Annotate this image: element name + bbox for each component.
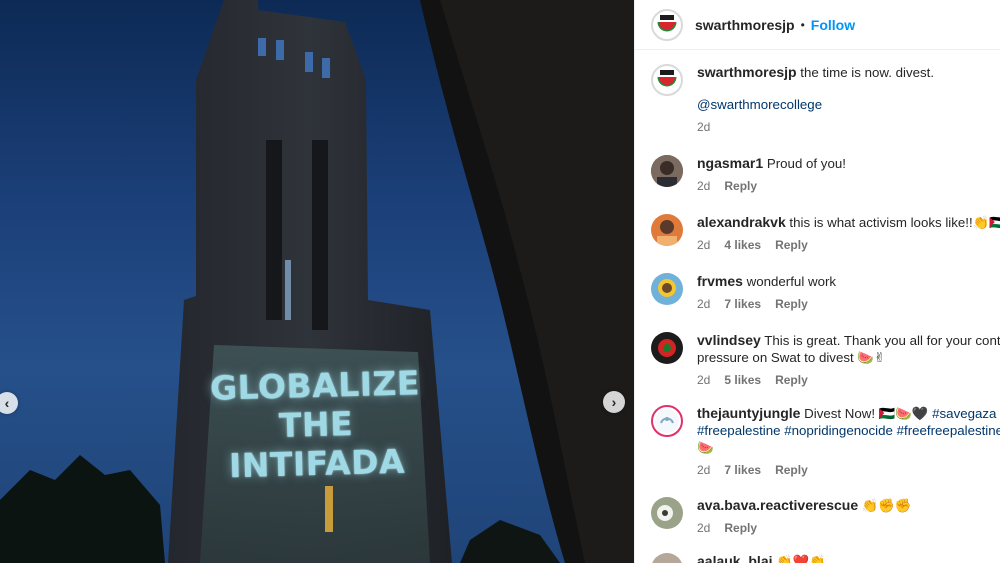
comment-username[interactable]: thejauntyjungle [697,405,800,421]
comment-item: vvlindsey This is great. Thank you all f… [651,332,1000,389]
reply-button[interactable]: Reply [775,237,808,254]
caption-avatar[interactable] [651,64,683,96]
comment-username[interactable]: ava.bava.reactiverescue [697,497,858,513]
comment-text: Proud of you! [763,156,846,171]
profile-photo-icon [651,497,683,529]
profile-photo-icon [651,155,683,187]
commenter-avatar[interactable] [651,405,683,437]
profile-photo-icon [651,332,683,364]
author-username[interactable]: swarthmoresjp [695,17,795,33]
post-header: swarthmoresjp • Follow [635,0,1000,50]
comment-username[interactable]: aalauk_blai [697,553,773,563]
reply-button[interactable]: Reply [724,520,757,537]
comment-username[interactable]: alexandrakvk [697,214,786,230]
comment-time[interactable]: 2d [697,178,710,195]
reply-button[interactable]: Reply [775,372,808,389]
comment-username[interactable]: vvlindsey [697,332,761,348]
profile-photo-icon [651,214,683,246]
chevron-right-icon: › [611,394,617,410]
comment-text-continued: 🍉 [697,440,714,455]
reply-button[interactable]: Reply [724,178,757,195]
hashtag-link[interactable]: #savegaza [932,406,996,421]
watermelon-logo-icon [655,68,679,92]
projected-slogan: GLOBALIZE THE INTIFADA [195,363,438,486]
comment-likes[interactable]: 4 likes [724,237,761,254]
comment-likes[interactable]: 7 likes [724,462,761,479]
comment-time[interactable]: 2d [697,372,710,389]
next-photo-button[interactable]: › [603,391,625,413]
comment-text: This is great. Thank you all for your co… [760,333,1000,348]
comment-text: 👏✊✊ [858,498,912,513]
comment-text: wonderful work [742,274,837,289]
comment-text: Divest Now! 🇵🇸🍉🖤 [800,406,933,421]
profile-photo-icon [651,273,683,305]
comment-item: aalauk_blai 👏❤️👏 [651,553,1000,563]
separator-dot: • [800,17,805,32]
reply-button[interactable]: Reply [775,462,808,479]
follow-button[interactable]: Follow [811,17,855,33]
comment-time[interactable]: 2d [697,462,710,479]
commenter-avatar[interactable] [651,553,683,563]
author-avatar[interactable] [651,8,683,41]
comments-panel: swarthmoresjp • Follow swarthmoresjp the… [634,0,1000,563]
comment-time[interactable]: 2d [697,296,710,313]
comment-time[interactable]: 2d [697,237,710,254]
profile-photo-icon [655,409,679,433]
commenter-avatar[interactable] [651,273,683,305]
comment-text-continued: pressure on Swat to divest 🍉✌ [697,350,886,365]
comment-likes[interactable]: 7 likes [724,296,761,313]
caption-text: the time is now. divest. [796,65,935,80]
commenter-avatar[interactable] [651,214,683,246]
watermelon-logo-icon [655,12,679,37]
caption-time[interactable]: 2d [697,119,710,136]
post-photo: GLOBALIZE THE INTIFADA ‹ › [0,0,634,563]
comment-username[interactable]: ngasmar1 [697,155,763,171]
caption: swarthmoresjp the time is now. divest. @… [651,64,1000,136]
comment-item: thejauntyjungle Divest Now! 🇵🇸🍉🖤 #savega… [651,405,1000,479]
comment-text: this is what activism looks like!!👏🇵🇸 [785,215,1000,230]
caption-mention-link[interactable]: @swarthmorecollege [697,97,822,112]
commenter-avatar[interactable] [651,332,683,364]
profile-photo-icon [651,553,683,563]
comment-username[interactable]: frvmes [697,273,743,289]
projected-slogan-line-2: THE INTIFADA [228,404,406,486]
comment-time[interactable]: 2d [697,520,710,537]
comment-item: alexandrakvk this is what activism looks… [651,214,1000,254]
comment-text: 👏❤️👏 [772,554,826,563]
commenter-avatar[interactable] [651,497,683,529]
reply-button[interactable]: Reply [775,296,808,313]
commenter-avatar[interactable] [651,155,683,187]
projected-slogan-line-1: GLOBALIZE [209,363,421,408]
comment-item: ngasmar1 Proud of you! 2d Reply [651,155,1000,195]
comment-likes[interactable]: 5 likes [724,372,761,389]
comment-item: frvmes wonderful work 2d 7 likes Reply [651,273,1000,313]
caption-username[interactable]: swarthmoresjp [697,64,797,80]
chevron-left-icon: ‹ [4,395,10,411]
comment-item: ava.bava.reactiverescue 👏✊✊ 2d Reply [651,497,1000,537]
hashtag-links[interactable]: #freepalestine #nopridingenocide #freefr… [697,423,1000,438]
